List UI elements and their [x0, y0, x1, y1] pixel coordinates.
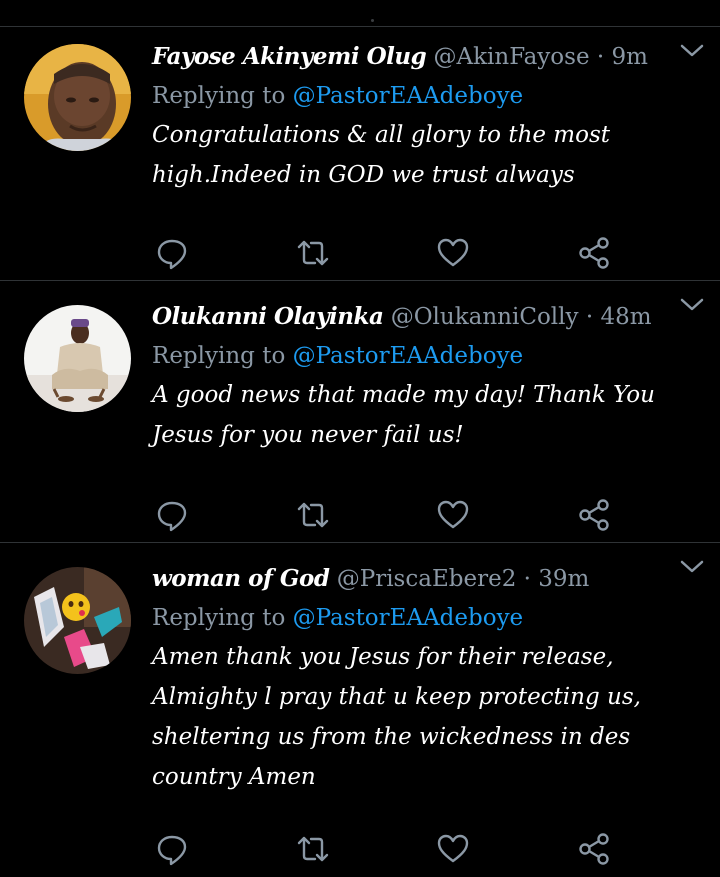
user-handle[interactable]: @AkinFayose: [433, 44, 589, 70]
retweet-icon[interactable]: [293, 829, 333, 869]
action-bar: [0, 233, 720, 273]
mention-link[interactable]: @PastorEAAdeboye: [293, 83, 524, 109]
action-bar: [0, 829, 720, 869]
separator: ·: [523, 566, 531, 592]
tweet-header: woman of God @PriscaEbere2 · 39m: [152, 563, 700, 595]
reply-icon[interactable]: [152, 495, 192, 535]
mention-link[interactable]: @PastorEAAdeboye: [293, 605, 524, 631]
display-name[interactable]: Fayose Akinyemi Olug: [152, 43, 427, 70]
like-icon[interactable]: [433, 495, 473, 535]
action-bar: [0, 495, 720, 535]
reply-icon[interactable]: [152, 233, 192, 273]
timestamp[interactable]: 48m: [600, 304, 651, 330]
share-icon[interactable]: [574, 233, 614, 273]
reply-icon[interactable]: [152, 829, 192, 869]
display-name[interactable]: woman of God: [152, 565, 330, 592]
tweet-text: Congratulations & all glory to the most …: [152, 122, 611, 188]
avatar[interactable]: [24, 44, 131, 151]
tweet-header: Olukanni Olayinka @OlukanniColly · 48m: [152, 301, 700, 333]
replying-label: Replying to: [152, 605, 286, 631]
avatar[interactable]: [24, 567, 131, 674]
replying-to: Replying to @PastorEAAdeboye: [152, 79, 700, 113]
retweet-icon[interactable]: [293, 495, 333, 535]
chevron-down-icon[interactable]: [672, 285, 712, 325]
chevron-down-icon[interactable]: [672, 547, 712, 587]
replying-to: Replying to @PastorEAAdeboye: [152, 339, 700, 373]
timestamp[interactable]: 9m: [612, 44, 648, 70]
timestamp[interactable]: 39m: [538, 566, 589, 592]
replying-to: Replying to @PastorEAAdeboye: [152, 601, 700, 635]
tweet-reply[interactable]: Fayose Akinyemi Olug @AkinFayose · 9m Re…: [0, 27, 720, 281]
chevron-down-icon[interactable]: [672, 31, 712, 71]
share-icon[interactable]: [574, 495, 614, 535]
replying-label: Replying to: [152, 343, 286, 369]
separator: ·: [596, 44, 605, 70]
user-handle[interactable]: @PriscaEbere2: [337, 566, 517, 592]
separator: ·: [585, 304, 594, 330]
scroll-indicator: [371, 19, 374, 22]
share-icon[interactable]: [574, 829, 614, 869]
like-icon[interactable]: [433, 233, 473, 273]
tweet-reply[interactable]: woman of God @PriscaEbere2 · 39m Replyin…: [0, 543, 720, 877]
retweet-icon[interactable]: [293, 233, 333, 273]
tweet-text: Amen thank you Jesus for their release, …: [152, 644, 641, 790]
replying-label: Replying to: [152, 83, 286, 109]
tweet-header: Fayose Akinyemi Olug @AkinFayose · 9m: [152, 41, 700, 73]
avatar[interactable]: [24, 305, 131, 412]
display-name[interactable]: Olukanni Olayinka: [152, 303, 384, 330]
top-edge: [0, 0, 720, 27]
tweet-text: A good news that made my day! Thank You …: [152, 382, 655, 448]
like-icon[interactable]: [433, 829, 473, 869]
tweet-reply[interactable]: Olukanni Olayinka @OlukanniColly · 48m R…: [0, 281, 720, 543]
mention-link[interactable]: @PastorEAAdeboye: [293, 343, 524, 369]
user-handle[interactable]: @OlukanniColly: [391, 304, 579, 330]
